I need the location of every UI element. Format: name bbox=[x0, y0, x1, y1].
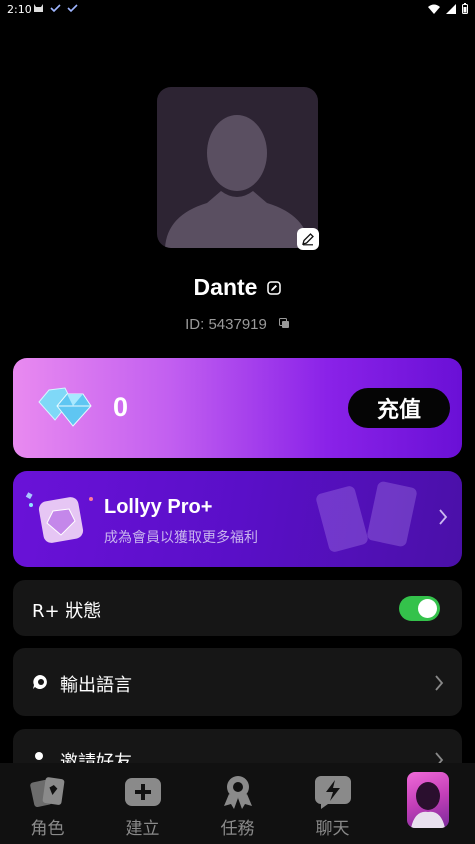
user-id-row: ID: 5437919 bbox=[0, 316, 475, 333]
output-language-label: 輸出語言 bbox=[60, 675, 132, 696]
add-icon bbox=[123, 774, 163, 810]
nav-item-chat[interactable]: 聊天 bbox=[285, 763, 380, 844]
status-bar: 2:10 bbox=[0, 0, 475, 20]
toggle-knob bbox=[418, 599, 437, 618]
nav-item-create[interactable]: 建立 bbox=[95, 763, 190, 844]
nav-label: 任務 bbox=[220, 819, 255, 839]
rplus-toggle[interactable] bbox=[399, 596, 440, 621]
crystal-icon bbox=[25, 492, 93, 543]
output-language-row[interactable]: 輸出語言 bbox=[13, 648, 462, 716]
username-row: Dante bbox=[0, 274, 475, 301]
chat-bubble-icon bbox=[33, 675, 47, 689]
nav-label: 聊天 bbox=[315, 819, 350, 839]
profile-avatar-thumbnail bbox=[406, 772, 449, 828]
nav-label: 角色 bbox=[30, 819, 65, 839]
pro-title: Lollyy Pro+ bbox=[104, 496, 213, 518]
signal-icon bbox=[446, 3, 456, 14]
copy-icon bbox=[278, 318, 289, 328]
nav-item-profile[interactable] bbox=[380, 763, 475, 844]
status-notification-icons bbox=[33, 3, 78, 13]
edit-icon bbox=[267, 280, 282, 295]
bottom-navigation: 角色 建立 任務 聊天 bbox=[0, 763, 475, 844]
cat-icon bbox=[34, 4, 43, 12]
pencil-icon bbox=[302, 233, 314, 246]
check-icon bbox=[67, 4, 78, 13]
diamond-balance-card: 0 充值 bbox=[13, 358, 462, 458]
battery-icon bbox=[462, 3, 468, 14]
status-time: 2:10 bbox=[7, 3, 32, 16]
badge-icon bbox=[218, 774, 258, 810]
rplus-label: R+ 狀態 bbox=[32, 601, 102, 622]
chevron-right-icon bbox=[435, 675, 444, 691]
diamond-count: 0 bbox=[113, 392, 129, 422]
pro-background-decoration bbox=[316, 481, 417, 552]
cards-icon bbox=[28, 774, 68, 810]
username: Dante bbox=[193, 274, 258, 300]
pro-membership-card[interactable]: Lollyy Pro+ 成為會員以獲取更多福利 bbox=[13, 471, 462, 567]
nav-label: 建立 bbox=[125, 819, 160, 839]
nav-item-tasks[interactable]: 任務 bbox=[190, 763, 285, 844]
check-icon bbox=[50, 4, 61, 13]
chevron-right-icon bbox=[439, 509, 448, 525]
nav-item-characters[interactable]: 角色 bbox=[0, 763, 95, 844]
copy-id-button[interactable] bbox=[278, 316, 290, 333]
avatar-edit-button[interactable] bbox=[297, 228, 319, 250]
name-edit-button[interactable] bbox=[267, 280, 282, 295]
status-system-icons bbox=[428, 3, 468, 14]
recharge-button[interactable]: 充值 bbox=[348, 388, 450, 428]
rplus-status-row: R+ 狀態 bbox=[13, 580, 462, 636]
pro-subtitle: 成為會員以獲取更多福利 bbox=[104, 530, 258, 546]
user-id: ID: 5437919 bbox=[185, 316, 267, 333]
diamond-icon bbox=[38, 387, 92, 427]
chat-lightning-icon bbox=[313, 774, 353, 810]
profile-avatar[interactable] bbox=[157, 87, 318, 248]
default-person-icon bbox=[165, 115, 310, 248]
wifi-icon bbox=[428, 4, 440, 14]
